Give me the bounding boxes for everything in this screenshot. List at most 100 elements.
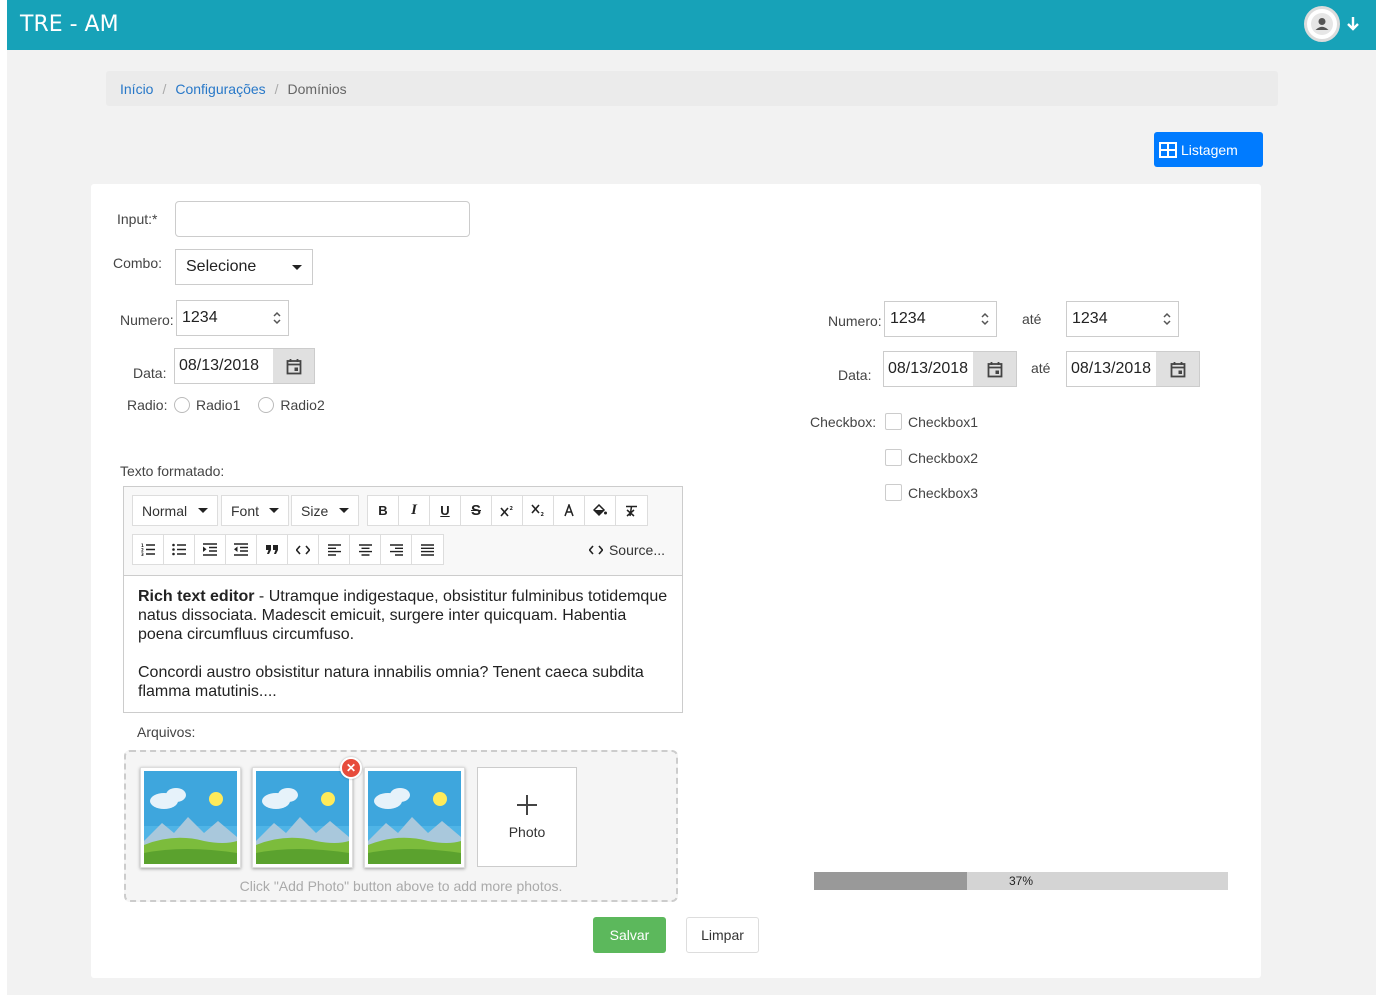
- progress-bar: 37%: [814, 872, 1228, 890]
- combo-select[interactable]: Selecione: [175, 249, 313, 285]
- checkbox-option-2[interactable]: Checkbox2: [885, 449, 978, 466]
- chevron-down-icon: [198, 508, 208, 513]
- photo-thumbnail[interactable]: [140, 767, 241, 868]
- range-data-to-value: 08/13/2018: [1071, 360, 1152, 377]
- range-ate-label: até: [1031, 360, 1051, 376]
- data-datepicker[interactable]: 08/13/2018: [174, 348, 315, 384]
- radio-option-1[interactable]: [174, 397, 190, 413]
- format-dropdown-label: Normal: [142, 502, 188, 519]
- range-data-from-datepicker[interactable]: 08/13/2018: [883, 351, 1017, 387]
- landscape-image-icon: [368, 771, 461, 864]
- checkbox-option-1[interactable]: Checkbox1: [885, 413, 978, 430]
- calendar-icon[interactable]: [1156, 352, 1199, 386]
- clear-formatting-icon[interactable]: [616, 496, 647, 525]
- font-dropdown[interactable]: Font: [222, 496, 288, 525]
- source-label: Source...: [608, 541, 665, 558]
- texto-formatado-label: Texto formatado:: [120, 463, 225, 479]
- add-photo-button[interactable]: Photo: [477, 767, 577, 867]
- progress-label: 37%: [1008, 874, 1034, 888]
- ordered-list-icon[interactable]: 123: [133, 535, 164, 564]
- user-menu[interactable]: [1304, 6, 1362, 42]
- svg-text:3: 3: [141, 552, 144, 556]
- size-dropdown[interactable]: Size: [292, 496, 358, 525]
- editor-content[interactable]: Rich text editor - Utramque indigestaque…: [124, 576, 682, 712]
- spinner-arrows-icon[interactable]: [1162, 311, 1172, 327]
- checkbox-1[interactable]: [885, 413, 902, 430]
- range-ate-label: até: [1022, 311, 1042, 327]
- breadcrumb-configuracoes[interactable]: Configurações: [175, 81, 265, 97]
- photo-thumbnail[interactable]: [364, 767, 465, 868]
- top-navbar: TRE - AM: [7, 0, 1376, 50]
- align-right-icon[interactable]: [381, 535, 412, 564]
- bold-button[interactable]: B: [368, 496, 399, 525]
- breadcrumb-inicio[interactable]: Início: [120, 81, 153, 97]
- data-label: Data:: [133, 365, 167, 381]
- remove-photo-icon[interactable]: ✕: [340, 757, 362, 779]
- strikethrough-button[interactable]: S: [461, 496, 492, 525]
- chevron-down-icon: [269, 508, 279, 513]
- calendar-icon[interactable]: [273, 349, 314, 383]
- toolbar-formatting: B I U S 2 2: [367, 495, 648, 526]
- numero-label: Numero:: [120, 312, 174, 328]
- arrow-down-icon: [1344, 12, 1362, 36]
- breadcrumb-current: Domínios: [287, 80, 347, 97]
- background-color-icon[interactable]: [585, 496, 616, 525]
- range-numero-to-stepper[interactable]: 1234: [1066, 301, 1179, 337]
- input-field[interactable]: [175, 201, 470, 237]
- breadcrumb: Início / Configurações / Domínios: [106, 71, 1278, 106]
- combo-value: Selecione: [186, 258, 257, 275]
- range-data-to-datepicker[interactable]: 08/13/2018: [1066, 351, 1200, 387]
- toolbar-dropdowns-2: Font: [221, 495, 289, 526]
- salvar-button[interactable]: Salvar: [593, 917, 666, 953]
- underline-button[interactable]: U: [430, 496, 461, 525]
- upload-hint: Click "Add Photo" button above to add mo…: [239, 878, 563, 894]
- format-dropdown[interactable]: Normal: [133, 496, 217, 525]
- calendar-icon[interactable]: [973, 352, 1016, 386]
- italic-button[interactable]: I: [399, 496, 430, 525]
- table-icon: [1159, 141, 1177, 158]
- listagem-button[interactable]: Listagem: [1154, 132, 1263, 167]
- align-left-icon[interactable]: [319, 535, 350, 564]
- checkbox-option-1-label: Checkbox1: [908, 413, 979, 430]
- toolbar-dropdowns-3: Size: [291, 495, 359, 526]
- checkbox-3[interactable]: [885, 484, 902, 501]
- checkbox-2[interactable]: [885, 449, 902, 466]
- radio-option-2-label: Radio2: [280, 397, 325, 413]
- checkbox-label: Checkbox:: [810, 414, 877, 430]
- radio-option-2[interactable]: [258, 397, 275, 413]
- align-center-icon[interactable]: [350, 535, 381, 564]
- user-avatar-icon: [1304, 6, 1340, 42]
- spinner-arrows-icon[interactable]: [980, 311, 990, 327]
- photo-thumbnail[interactable]: [252, 767, 353, 868]
- range-numero-from-value: 1234: [890, 310, 926, 327]
- font-dropdown-label: Font: [231, 502, 260, 519]
- code-icon[interactable]: [288, 535, 319, 564]
- toolbar-blocks: 123: [132, 534, 444, 565]
- spinner-arrows-icon[interactable]: [272, 310, 282, 326]
- limpar-button[interactable]: Limpar: [686, 917, 759, 953]
- subscript-icon[interactable]: 2: [523, 496, 554, 525]
- arquivos-label: Arquivos:: [137, 724, 196, 740]
- combo-label: Combo:: [113, 255, 163, 271]
- source-button[interactable]: Source...: [580, 535, 674, 564]
- range-numero-from-stepper[interactable]: 1234: [884, 301, 997, 337]
- bullet-list-icon[interactable]: [164, 535, 195, 564]
- range-numero-to-value: 1234: [1072, 310, 1108, 327]
- superscript-icon[interactable]: 2: [492, 496, 523, 525]
- range-data-from-value: 08/13/2018: [888, 360, 969, 377]
- radio-label: Radio:: [127, 397, 168, 413]
- checkbox-option-3[interactable]: Checkbox3: [885, 484, 978, 501]
- code-icon: [589, 544, 603, 555]
- indent-decrease-icon[interactable]: [226, 535, 257, 564]
- plus-icon: [517, 795, 537, 815]
- landscape-image-icon: [144, 771, 237, 864]
- indent-increase-icon[interactable]: [195, 535, 226, 564]
- editor-paragraph-2: Concordi austro obsistitur natura innabi…: [138, 664, 644, 700]
- photo-upload-area: ✕ Photo Click "Add Photo" button above t…: [124, 750, 678, 902]
- add-photo-label: Photo: [508, 824, 546, 840]
- align-justify-icon[interactable]: [412, 535, 443, 564]
- blockquote-icon[interactable]: [257, 535, 288, 564]
- font-color-icon[interactable]: [554, 496, 585, 525]
- checkbox-option-3-label: Checkbox3: [908, 484, 979, 501]
- numero-stepper[interactable]: 1234: [176, 300, 289, 336]
